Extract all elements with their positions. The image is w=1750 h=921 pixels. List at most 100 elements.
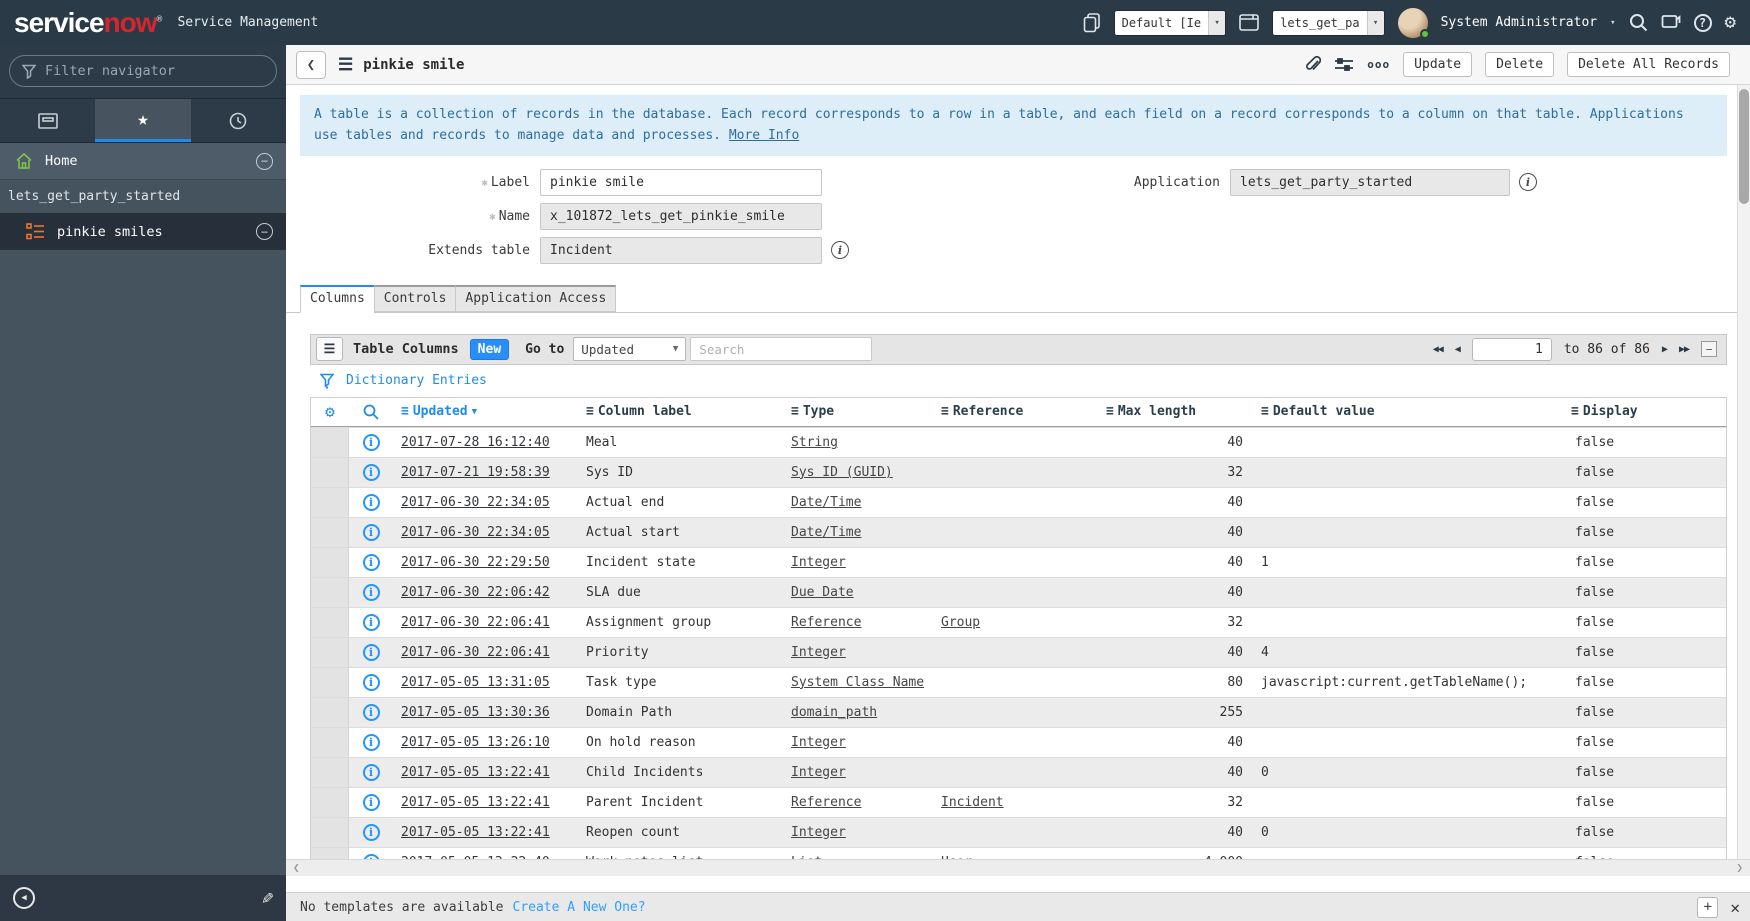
updated-link[interactable]: 2017-05-05 13:22:41: [401, 795, 550, 810]
remove-favorite-icon[interactable]: −: [256, 152, 273, 170]
row-info-icon[interactable]: i: [362, 643, 380, 661]
sidebar-item-pinkie-smiles[interactable]: pinkie smiles −: [0, 213, 286, 250]
user-avatar[interactable]: [1397, 7, 1430, 39]
column-header-column-label[interactable]: ≡ Column label: [578, 404, 783, 419]
row-handle-cell[interactable]: [311, 517, 349, 547]
filter-funnel-icon[interactable]: [320, 373, 334, 389]
updated-link[interactable]: 2017-07-21 19:58:39: [401, 465, 550, 480]
column-menu-icon[interactable]: ≡: [586, 404, 594, 419]
scroll-right-icon[interactable]: ❯: [1736, 861, 1743, 874]
column-header-reference[interactable]: ≡ Reference: [933, 404, 1098, 419]
remove-favorite-icon[interactable]: −: [256, 223, 273, 240]
column-menu-icon[interactable]: ≡: [941, 404, 949, 419]
row-handle-cell[interactable]: [311, 817, 349, 847]
name-field[interactable]: [540, 202, 822, 230]
application-field[interactable]: [1230, 168, 1510, 196]
column-menu-icon[interactable]: ≡: [791, 404, 799, 419]
add-template-button[interactable]: +: [1697, 896, 1719, 918]
row-handle-cell[interactable]: [311, 487, 349, 517]
column-header-max-length[interactable]: ≡ Max length: [1098, 404, 1253, 419]
back-button[interactable]: ❮: [296, 50, 326, 79]
tab-controls[interactable]: Controls: [373, 284, 456, 312]
list-search-input[interactable]: [690, 337, 873, 362]
personalize-sliders-icon[interactable]: [1334, 57, 1354, 73]
form-context-menu-icon[interactable]: ☰: [338, 55, 353, 75]
row-info-icon[interactable]: i: [362, 703, 380, 721]
updated-link[interactable]: 2017-06-30 22:06:42: [401, 585, 550, 600]
list-context-menu-icon[interactable]: ☰: [316, 337, 343, 362]
row-info-icon[interactable]: i: [362, 733, 380, 751]
help-icon[interactable]: ?: [1693, 13, 1712, 32]
row-handle-cell[interactable]: [311, 607, 349, 637]
search-icon[interactable]: [363, 404, 379, 420]
more-info-link[interactable]: More Info: [729, 128, 799, 143]
reference-link[interactable]: Group: [941, 615, 980, 630]
horizontal-scrollbar[interactable]: ❮ ❯: [286, 859, 1750, 876]
updated-link[interactable]: 2017-06-30 22:34:05: [401, 525, 550, 540]
type-link[interactable]: String: [791, 435, 838, 450]
row-info-icon[interactable]: i: [362, 463, 380, 481]
column-header-display[interactable]: ≡ Display: [1563, 404, 1726, 419]
sidebar-item-home[interactable]: Home −: [0, 143, 286, 180]
row-handle-cell[interactable]: [311, 757, 349, 787]
vertical-scrollbar[interactable]: [1737, 85, 1750, 859]
row-handle-cell[interactable]: [311, 577, 349, 607]
user-menu[interactable]: System Administrator: [1441, 15, 1598, 30]
row-handle-cell[interactable]: [311, 427, 349, 457]
type-link[interactable]: Integer: [791, 765, 846, 780]
row-handle-cell[interactable]: [311, 787, 349, 817]
column-menu-icon[interactable]: ≡: [1571, 404, 1579, 419]
updated-link[interactable]: 2017-06-30 22:06:41: [401, 645, 550, 660]
last-page-icon[interactable]: ▶▶: [1679, 344, 1690, 355]
tab-history[interactable]: [191, 99, 286, 142]
page-number-input[interactable]: [1471, 337, 1552, 361]
row-handle-cell[interactable]: [311, 667, 349, 697]
gear-icon[interactable]: ⚙: [325, 402, 335, 421]
updated-link[interactable]: 2017-05-05 13:31:05: [401, 675, 550, 690]
row-info-icon[interactable]: i: [362, 793, 380, 811]
type-link[interactable]: Date/Time: [791, 525, 861, 540]
edit-favorites-icon[interactable]: ✎: [262, 887, 273, 909]
type-link[interactable]: Due Date: [791, 585, 854, 600]
type-link[interactable]: Reference: [791, 795, 861, 810]
type-link[interactable]: Sys ID (GUID): [791, 465, 893, 480]
type-link[interactable]: Reference: [791, 615, 861, 630]
label-field[interactable]: [540, 168, 822, 196]
updated-link[interactable]: 2017-06-30 22:29:50: [401, 555, 550, 570]
vertical-scrollbar-thumb[interactable]: [1739, 89, 1749, 204]
application-picker-icon[interactable]: [1239, 14, 1259, 31]
create-template-link[interactable]: Create A New One?: [513, 900, 646, 915]
tab-favorites[interactable]: ★: [95, 99, 191, 142]
row-info-icon[interactable]: i: [362, 613, 380, 631]
global-search-icon[interactable]: [1629, 13, 1648, 32]
previous-page-icon[interactable]: ◀: [1455, 344, 1461, 355]
row-info-icon[interactable]: i: [362, 433, 380, 451]
column-menu-icon[interactable]: ≡: [401, 404, 409, 419]
row-handle-cell[interactable]: [311, 727, 349, 757]
update-set-select[interactable]: Default [Ie ▾: [1113, 9, 1227, 36]
type-link[interactable]: Integer: [791, 825, 846, 840]
application-info-icon[interactable]: i: [1519, 173, 1537, 192]
row-handle-cell[interactable]: [311, 457, 349, 487]
row-handle-cell[interactable]: [311, 547, 349, 577]
more-options-icon[interactable]: ooo: [1367, 58, 1390, 71]
update-button[interactable]: Update: [1403, 52, 1473, 77]
new-button[interactable]: New: [469, 338, 510, 360]
type-link[interactable]: Integer: [791, 555, 846, 570]
extends-table-field[interactable]: [540, 236, 822, 264]
row-info-icon[interactable]: i: [362, 553, 380, 571]
updated-link[interactable]: 2017-05-05 13:22:41: [401, 825, 550, 840]
row-info-icon[interactable]: i: [362, 823, 380, 841]
dictionary-entries-link[interactable]: Dictionary Entries: [346, 373, 487, 388]
updated-link[interactable]: 2017-05-05 13:26:10: [401, 735, 550, 750]
tab-application-access[interactable]: Application Access: [455, 284, 617, 312]
column-header-type[interactable]: ≡ Type: [783, 404, 933, 419]
row-handle-cell[interactable]: [311, 697, 349, 727]
settings-gear-icon[interactable]: ⚙: [1725, 13, 1736, 32]
goto-field-select[interactable]: Updated ▼: [573, 337, 687, 362]
extends-table-info-icon[interactable]: i: [831, 241, 849, 260]
updated-link[interactable]: 2017-06-30 22:34:05: [401, 495, 550, 510]
next-page-icon[interactable]: ▶: [1662, 344, 1668, 355]
type-link[interactable]: Date/Time: [791, 495, 861, 510]
close-template-bar-icon[interactable]: ✕: [1730, 898, 1740, 917]
